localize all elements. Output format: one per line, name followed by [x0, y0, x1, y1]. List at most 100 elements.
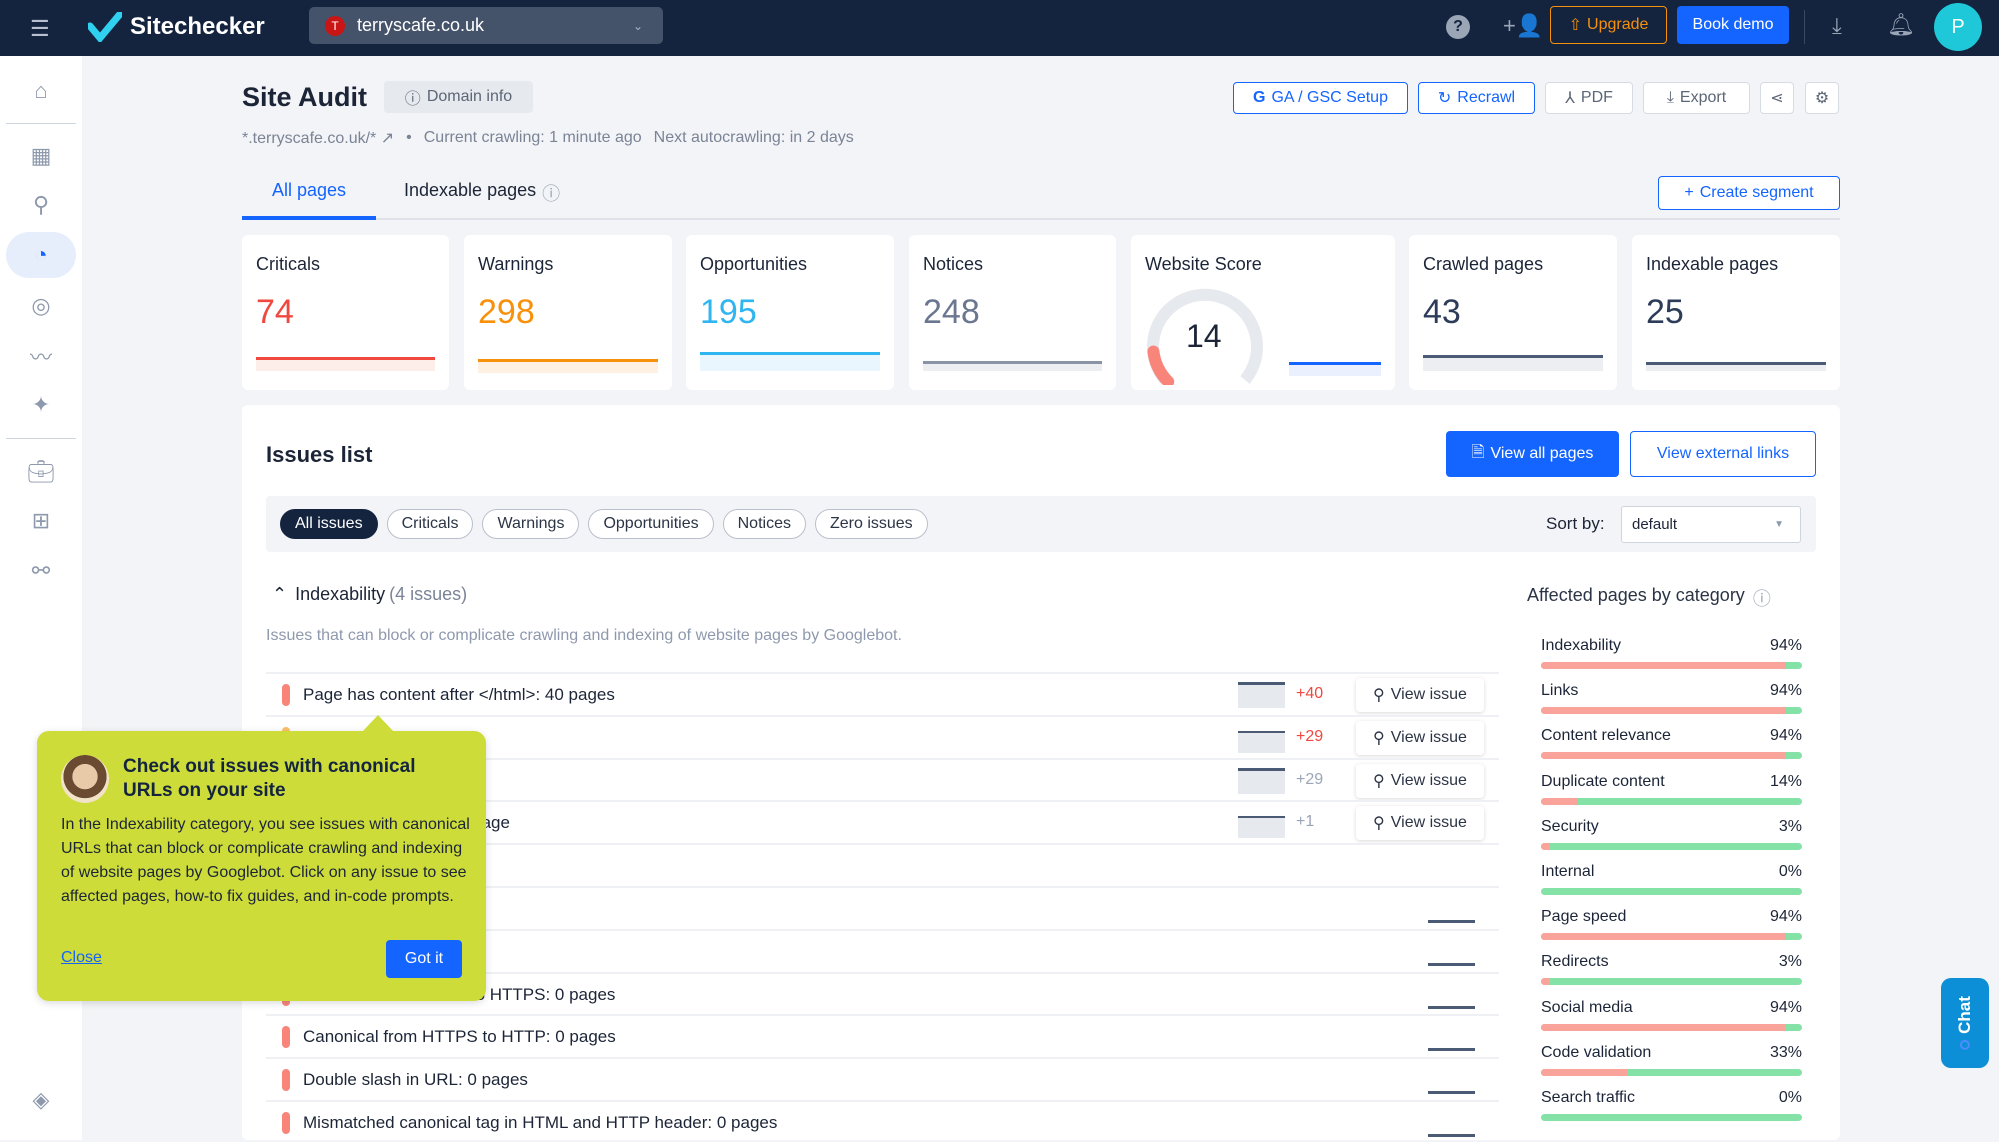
- popup-close-link[interactable]: Close: [61, 949, 102, 967]
- settings-button[interactable]: ⚙: [1805, 82, 1839, 114]
- filter-warnings[interactable]: Warnings: [482, 509, 580, 539]
- category-security[interactable]: Security 3%: [1541, 818, 1802, 863]
- site-selector[interactable]: T terryscafe.co.uk ⌄: [309, 7, 663, 44]
- card-value: 195: [700, 293, 757, 331]
- tab-all-pages[interactable]: All pages: [242, 180, 376, 220]
- filter-zero-issues[interactable]: Zero issues: [814, 509, 928, 539]
- issue-row[interactable]: Canonical from HTTPS to HTTP: 0 pages: [266, 1014, 1499, 1056]
- view-all-pages-button[interactable]: 🗎 View all pages: [1446, 431, 1619, 477]
- filter-all-issues[interactable]: All issues: [280, 509, 378, 539]
- view-issue-button[interactable]: ⚲ View issue: [1356, 720, 1484, 755]
- view-issue-button[interactable]: ⚲ View issue: [1356, 678, 1484, 712]
- download-icon[interactable]: ⤓: [1832, 13, 1842, 39]
- site-url-link[interactable]: *.terryscafe.co.uk/* ↗: [242, 128, 394, 148]
- ga-label: GA / GSC Setup: [1271, 89, 1388, 106]
- category-indexability[interactable]: Indexability 94%: [1541, 637, 1802, 682]
- info-icon: ⓘ: [542, 184, 561, 204]
- add-user-icon[interactable]: +👤: [1503, 13, 1543, 39]
- filter-notices[interactable]: Notices: [722, 509, 806, 539]
- warnings-card[interactable]: Warnings 298: [464, 235, 672, 390]
- onboarding-popup: Check out issues with canonical URLs on …: [37, 715, 486, 1001]
- brand-name: Sitechecker: [130, 13, 265, 40]
- sitechecker-logo[interactable]: Sitechecker: [88, 12, 265, 42]
- book-demo-button[interactable]: Book demo: [1677, 6, 1789, 44]
- issue-row[interactable]: Mismatched canonical tag in HTML and HTT…: [266, 1100, 1499, 1142]
- affected-fill: [1541, 933, 1787, 941]
- trend-bar: [1423, 355, 1603, 371]
- category-links[interactable]: Links 94%: [1541, 682, 1802, 727]
- category-code-validation[interactable]: Code validation 33%: [1541, 1044, 1802, 1089]
- indexability-group-header[interactable]: ⌃ Indexability (4 issues): [272, 584, 467, 605]
- card-value: 248: [923, 293, 980, 331]
- help-icon[interactable]: ?: [1446, 15, 1470, 39]
- chevron-down-icon: ⌄: [632, 18, 643, 33]
- route-sign-icon[interactable]: ◈: [6, 1077, 76, 1123]
- card-value: 25: [1646, 293, 1684, 331]
- upgrade-label: Upgrade: [1587, 16, 1649, 33]
- tab-indexable-pages[interactable]: Indexable pages ⓘ: [404, 180, 560, 206]
- trend-bar: [923, 361, 1102, 371]
- indexable-pages-card[interactable]: Indexable pages 25: [1632, 235, 1840, 390]
- ga-gsc-setup-button[interactable]: G GA / GSC Setup: [1233, 82, 1408, 114]
- bell-icon[interactable]: 🔔︎: [1887, 12, 1915, 38]
- zero-trend-line: [1428, 962, 1475, 966]
- category-search-traffic[interactable]: Search traffic 0%: [1541, 1089, 1802, 1134]
- category-name: Social media: [1541, 998, 1633, 1016]
- category-content-relevance[interactable]: Content relevance 94%: [1541, 727, 1802, 772]
- got-it-button[interactable]: Got it: [386, 940, 462, 978]
- filter-opportunities[interactable]: Opportunities: [588, 509, 714, 539]
- category-duplicate-content[interactable]: Duplicate content 14%: [1541, 773, 1802, 818]
- category-progress-bar: [1541, 978, 1802, 986]
- crawled-pages-card[interactable]: Crawled pages 43: [1409, 235, 1617, 390]
- category-page-speed[interactable]: Page speed 94%: [1541, 908, 1802, 953]
- site-audit-gauge-icon[interactable]: ◔: [6, 232, 76, 278]
- avatar[interactable]: P: [1934, 3, 1982, 51]
- group-name: Indexability: [295, 584, 386, 604]
- website-score-card[interactable]: Website Score 14: [1131, 235, 1395, 390]
- category-social-media[interactable]: Social media 94%: [1541, 999, 1802, 1044]
- bullet: •: [406, 129, 412, 146]
- tabs-bar: [242, 218, 1840, 220]
- dashboard-table-icon[interactable]: ▦: [6, 133, 76, 179]
- export-button[interactable]: ⤓ Export: [1643, 82, 1750, 114]
- menu-icon[interactable]: ☰: [30, 16, 50, 42]
- category-progress-bar: [1541, 1114, 1802, 1121]
- issue-row[interactable]: Page has content after </html>: 40 pages…: [266, 672, 1499, 714]
- share-button[interactable]: ⋖: [1760, 82, 1794, 114]
- home-icon[interactable]: ⌂: [6, 68, 76, 114]
- info-icon: ⓘ: [1752, 589, 1771, 609]
- rank-tracker-chart-icon[interactable]: 〰: [6, 333, 76, 379]
- chat-button[interactable]: Chat: [1941, 978, 1989, 1068]
- criticals-card[interactable]: Criticals 74: [242, 235, 449, 390]
- category-internal[interactable]: Internal 0%: [1541, 863, 1802, 908]
- opportunities-card[interactable]: Opportunities 195: [686, 235, 894, 390]
- view-external-links-button[interactable]: View external links: [1630, 431, 1816, 477]
- view-issue-button[interactable]: ⚲ View issue: [1356, 763, 1484, 798]
- add-widget-icon[interactable]: ⊞: [6, 498, 76, 544]
- category-name: Internal: [1541, 863, 1595, 880]
- filter-criticals[interactable]: Criticals: [386, 509, 474, 539]
- monitoring-radar-icon[interactable]: ◎: [6, 283, 76, 329]
- notices-card[interactable]: Notices 248: [909, 235, 1116, 390]
- view-issue-button[interactable]: ⚲ View issue: [1356, 806, 1484, 841]
- card-value: 74: [256, 293, 294, 331]
- briefcase-icon[interactable]: 💼︎: [6, 449, 76, 495]
- category-redirects[interactable]: Redirects 3%: [1541, 953, 1802, 998]
- caret-down-icon: ▼: [1774, 519, 1784, 530]
- upgrade-button[interactable]: ⇧ Upgrade: [1550, 6, 1667, 44]
- issue-text: Page has content after </html>: 40 pages: [303, 685, 615, 704]
- issue-row[interactable]: Double slash in URL: 0 pages: [266, 1057, 1499, 1099]
- recrawl-button[interactable]: ↻ Recrawl: [1418, 82, 1535, 114]
- keyword-search-icon[interactable]: ⚲: [6, 182, 76, 228]
- category-name: Links: [1541, 682, 1579, 700]
- magic-wand-icon[interactable]: ✦: [6, 382, 76, 428]
- sort-value: default: [1632, 516, 1678, 533]
- network-nodes-icon[interactable]: ⚯: [6, 548, 76, 594]
- sort-select[interactable]: default ▼: [1621, 506, 1801, 543]
- domain-info-button[interactable]: ⓘ Domain info: [384, 81, 533, 113]
- view-issue-label: View issue: [1390, 686, 1467, 703]
- card-label: Criticals: [256, 254, 321, 274]
- pdf-button[interactable]: ⅄ PDF: [1545, 82, 1633, 114]
- create-segment-button[interactable]: + Create segment: [1658, 176, 1840, 210]
- zero-trend-line: [1428, 1134, 1475, 1137]
